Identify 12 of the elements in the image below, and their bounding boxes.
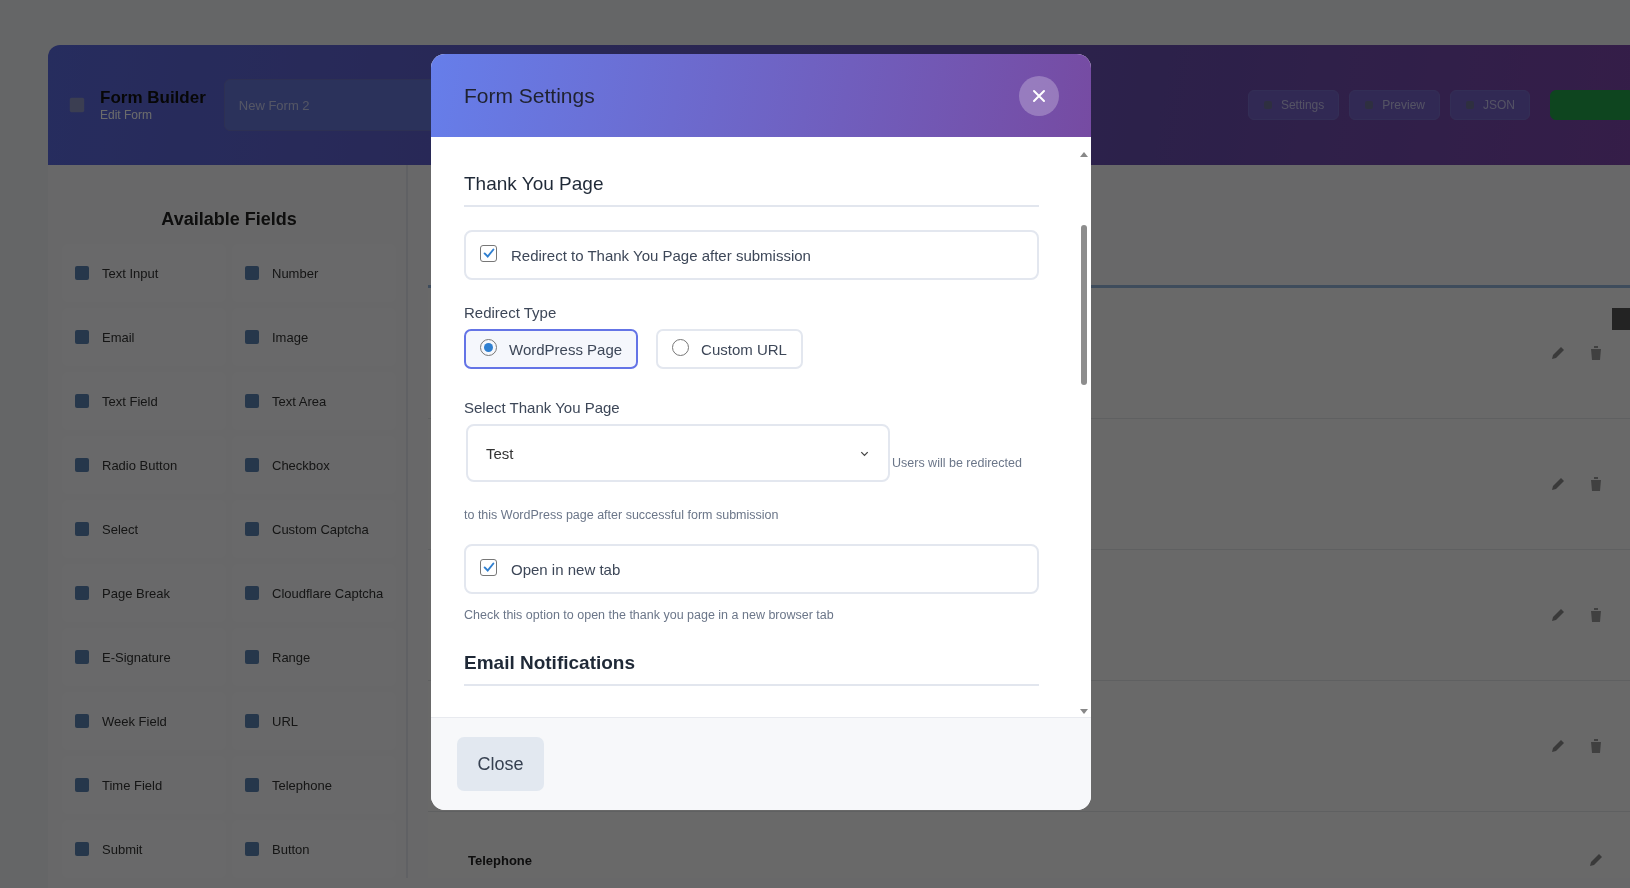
help-text: Users will be redirected (892, 456, 1022, 470)
field-label: Redirect Type (464, 304, 558, 321)
field-label: Select Thank You Page (464, 399, 621, 416)
help-text: Check this option to open the thank you page in a new browser tab (464, 608, 835, 622)
sidebar-title: Available Fields (160, 209, 298, 230)
section-heading: Email Notifications (464, 652, 1039, 686)
app-title: Form Builder (100, 88, 206, 108)
section-heading: Thank You Page (464, 173, 1039, 207)
dialog-title: Form Settings (464, 83, 595, 108)
app-subtitle: Edit Form (100, 108, 153, 122)
field-label: Telephone (468, 852, 533, 868)
help-text: to this WordPress page after successful form submission (464, 508, 780, 522)
